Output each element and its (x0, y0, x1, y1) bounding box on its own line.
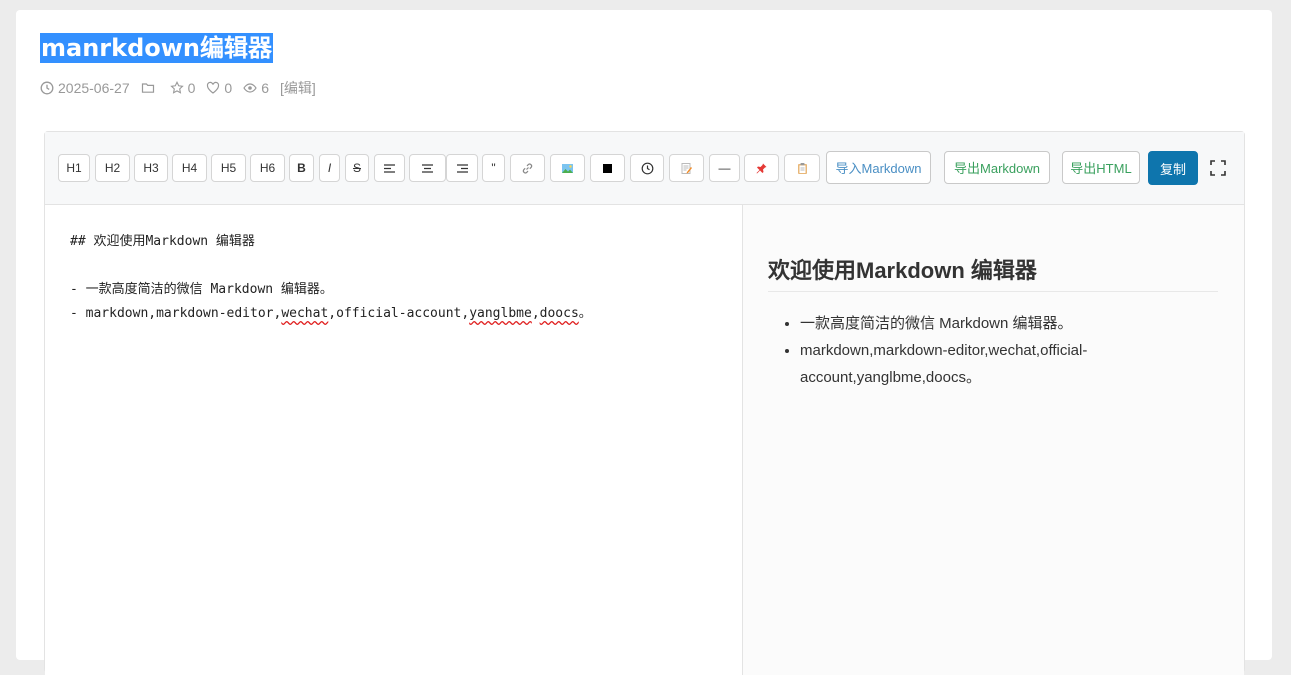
spellcheck-word: wechat (281, 306, 329, 321)
align-right-button[interactable] (446, 154, 478, 182)
page-title: manrkdown编辑器 (40, 33, 274, 63)
copy-button[interactable]: 复制 (1148, 151, 1198, 185)
markdown-source-text[interactable]: ## 欢迎使用Markdown 编辑器 ​ - 一款高度简洁的微信 Markdown… (70, 230, 592, 326)
preview-heading: 欢迎使用Markdown 编辑器 (768, 255, 1218, 292)
preview-list: 一款高度简洁的微信 Markdown 编辑器。 markdown,markdow… (768, 310, 1220, 391)
source-line-blank: ​ (70, 254, 592, 278)
post-date: 2025-06-27 (58, 80, 130, 96)
link-icon[interactable] (521, 162, 534, 175)
memo-button[interactable] (669, 154, 704, 182)
folder-icon[interactable] (141, 81, 155, 95)
star-count: 0 (187, 80, 196, 96)
view-meta: 6 (243, 80, 269, 96)
like-count: 0 (224, 80, 233, 96)
category-meta[interactable] (141, 81, 159, 95)
edit-link[interactable]: [编辑] (280, 78, 316, 98)
source-line-item-2: - markdown,markdown-editor,wechat,offici… (70, 302, 592, 326)
source-text-segment: ,official-account, (328, 306, 470, 321)
markdown-editor: H1 H2 H3 H4 H5 H6 B I S " — 导入Markdown 导… (44, 131, 1245, 675)
fullscreen-icon[interactable] (1209, 159, 1227, 177)
article-meta: 2025-06-27 0 0 6 [编辑] (40, 78, 327, 98)
source-line-item-1: - 一款高度简洁的微信 Markdown 编辑器。 (70, 282, 333, 297)
image-icon[interactable] (561, 162, 574, 175)
star-meta[interactable]: 0 (169, 80, 196, 96)
source-text-segment: 。 (578, 306, 592, 321)
preview-list-item: markdown,markdown-editor,wechat,official… (800, 337, 1220, 391)
h3-button[interactable]: H3 (134, 154, 168, 182)
preview-list-item: 一款高度简洁的微信 Markdown 编辑器。 (800, 310, 1220, 337)
align-right-icon[interactable] (456, 162, 469, 175)
align-left-icon[interactable] (383, 162, 396, 175)
h5-button[interactable]: H5 (211, 154, 246, 182)
horizontal-rule-button[interactable]: — (709, 154, 740, 182)
spellcheck-word: yanglbme (469, 306, 532, 321)
source-line-heading: ## 欢迎使用Markdown 编辑器 (70, 234, 255, 249)
quote-button[interactable]: " (482, 154, 505, 182)
article-card: manrkdown编辑器 2025-06-27 0 0 6 [编辑] H1 H2… (16, 10, 1272, 675)
pushpin-icon[interactable] (755, 162, 768, 175)
preview-pane: 欢迎使用Markdown 编辑器 一款高度简洁的微信 Markdown 编辑器。… (743, 205, 1244, 675)
editor-toolbar: H1 H2 H3 H4 H5 H6 B I S " — 导入Markdown 导… (45, 132, 1244, 205)
h6-button[interactable]: H6 (250, 154, 285, 182)
export-markdown-button[interactable]: 导出Markdown (944, 151, 1050, 184)
spellcheck-word: doocs (539, 306, 579, 321)
eye-icon (243, 83, 257, 93)
align-center-button[interactable] (409, 154, 446, 182)
like-meta[interactable]: 0 (206, 80, 232, 96)
clipboard-button[interactable] (784, 154, 820, 182)
align-left-button[interactable] (374, 154, 405, 182)
markdown-source-pane[interactable]: ## 欢迎使用Markdown 编辑器 ​ - 一款高度简洁的微信 Markdown… (45, 205, 743, 675)
export-html-button[interactable]: 导出HTML (1062, 151, 1140, 184)
h1-button[interactable]: H1 (58, 154, 90, 182)
heart-icon[interactable] (206, 81, 220, 95)
source-text-segment: - markdown,markdown-editor, (70, 306, 282, 321)
h2-button[interactable]: H2 (95, 154, 130, 182)
color-button[interactable] (590, 154, 625, 182)
pin-button[interactable] (744, 154, 779, 182)
align-center-icon[interactable] (421, 162, 434, 175)
import-markdown-button[interactable]: 导入Markdown (826, 151, 931, 184)
strikethrough-button[interactable]: S (345, 154, 369, 182)
image-button[interactable] (550, 154, 585, 182)
clock-icon (40, 81, 54, 95)
memo-icon[interactable] (680, 162, 693, 175)
italic-button[interactable]: I (319, 154, 340, 182)
black-square-icon[interactable] (601, 162, 614, 175)
timestamp-button[interactable] (630, 154, 664, 182)
bold-button[interactable]: B (289, 154, 314, 182)
star-icon[interactable] (169, 81, 184, 95)
date-meta: 2025-06-27 (40, 80, 130, 96)
clock-icon[interactable] (641, 162, 654, 175)
h4-button[interactable]: H4 (172, 154, 207, 182)
view-count: 6 (261, 80, 270, 96)
clipboard-icon[interactable] (796, 162, 809, 175)
link-button[interactable] (510, 154, 545, 182)
source-text-segment: , (531, 306, 540, 321)
